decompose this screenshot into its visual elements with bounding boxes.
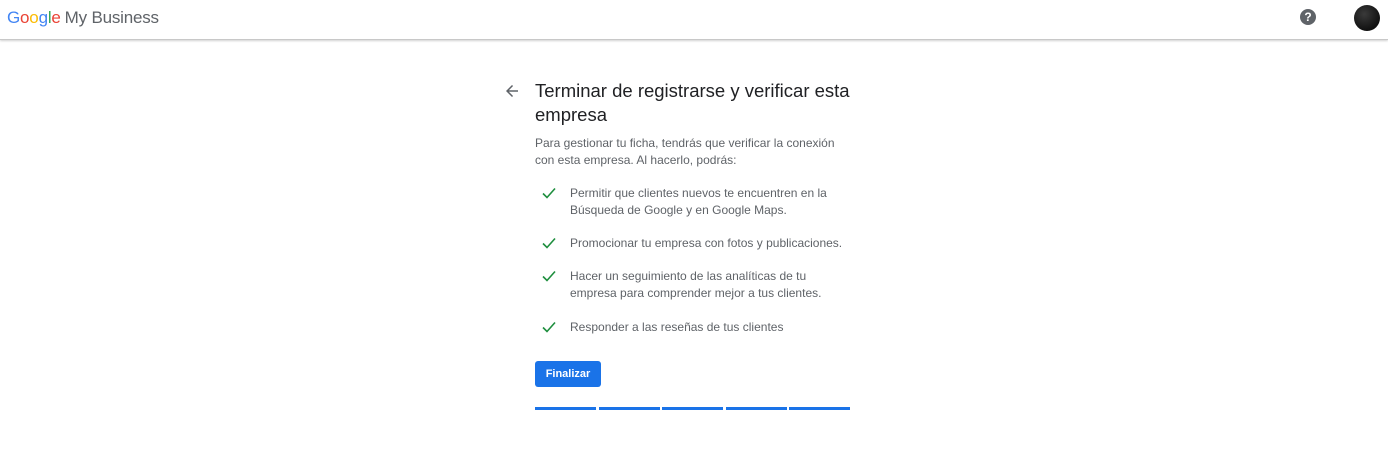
arrow-back-icon[interactable] (503, 82, 521, 100)
page-description: Para gestionar tu ficha, tendrás que ver… (535, 136, 835, 167)
logo-letter: o (20, 8, 30, 27)
benefit-text: Permitir que clientes nuevos te encuentr… (570, 186, 827, 217)
check-icon (542, 269, 556, 282)
logo-letter: G (7, 8, 21, 27)
check-icon (542, 236, 556, 249)
benefit-item: Hacer un seguimiento de las analíticas d… (542, 268, 852, 304)
product-name: My Business (64, 8, 159, 27)
benefit-item: Permitir que clientes nuevos te encuentr… (542, 185, 852, 221)
progress-step (662, 407, 723, 410)
benefit-text: Promocionar tu empresa con fotos y publi… (570, 236, 843, 250)
check-icon (542, 186, 556, 199)
step-progress-bar (535, 407, 851, 410)
google-my-business-logo[interactable]: Google My Business (7, 8, 159, 28)
benefit-text: Responder a las reseñas de tus clientes (570, 320, 784, 334)
benefit-item: Promocionar tu empresa con fotos y publi… (542, 235, 852, 271)
progress-step (535, 407, 596, 410)
logo-letter: o (29, 8, 39, 27)
top-app-bar: Google My Business ? (0, 0, 1388, 40)
account-avatar[interactable] (1354, 5, 1380, 31)
check-icon (542, 320, 556, 333)
page-title: Terminar de registrarse y verificar esta… (535, 80, 850, 125)
logo-letter: e (51, 8, 61, 27)
help-icon[interactable]: ? (1300, 9, 1316, 25)
logo-letter: g (38, 8, 48, 27)
benefit-text: Hacer un seguimiento de las analíticas d… (570, 269, 822, 300)
progress-step (726, 407, 787, 410)
finish-button[interactable]: Finalizar (535, 361, 601, 387)
progress-step (789, 407, 850, 410)
progress-step (599, 407, 660, 410)
benefit-item: Responder a las reseñas de tus clientes (542, 319, 852, 355)
